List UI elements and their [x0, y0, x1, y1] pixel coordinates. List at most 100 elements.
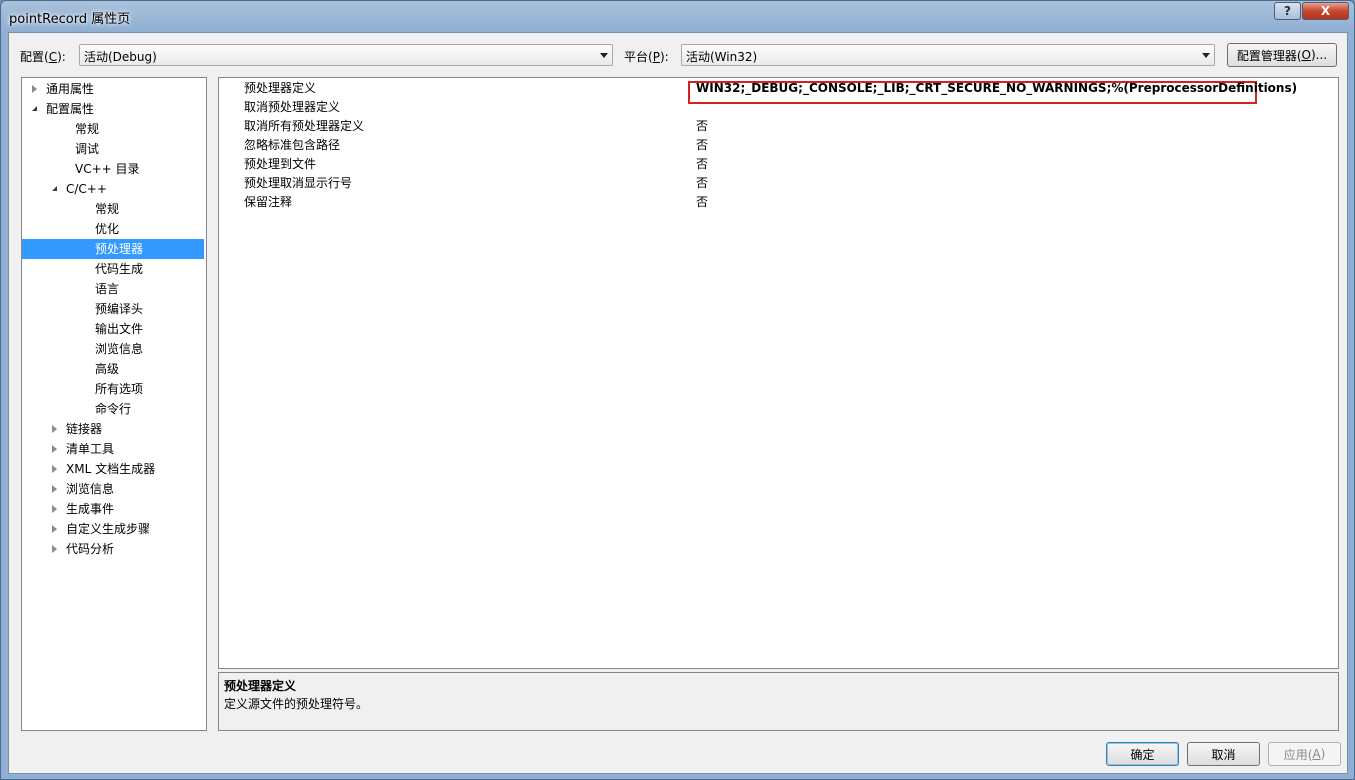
tree-item-label: 常规 — [95, 202, 120, 216]
tree-item[interactable]: 代码分析 — [22, 539, 204, 559]
tree-item[interactable]: 预处理器 — [22, 239, 204, 259]
tree-item[interactable]: 代码生成 — [22, 259, 204, 279]
tree-item-label: XML 文档生成器 — [66, 462, 156, 476]
property-row[interactable]: 取消所有预处理器定义 否 — [219, 117, 1338, 136]
tree-item[interactable]: VC++ 目录 — [22, 159, 204, 179]
tree-item-label: 配置属性 — [46, 102, 95, 116]
chevron-down-icon — [1202, 53, 1210, 58]
tree-item-label: 输出文件 — [95, 322, 144, 336]
collapsed-triangle-icon[interactable] — [52, 505, 57, 513]
tree-item[interactable]: XML 文档生成器 — [22, 459, 204, 479]
tree-item[interactable]: 优化 — [22, 219, 204, 239]
help-button[interactable]: ? — [1274, 2, 1301, 20]
tree-item[interactable]: 常规 — [22, 199, 204, 219]
tree-item[interactable]: 命令行 — [22, 399, 204, 419]
tree-item-label: 高级 — [95, 362, 120, 376]
tree-item-label: 语言 — [95, 282, 120, 296]
tree-item-label: 代码生成 — [95, 262, 144, 276]
property-name: 取消预处理器定义 — [244, 100, 341, 114]
tree-item[interactable]: 浏览信息 — [22, 339, 204, 359]
property-row[interactable]: 预处理器定义 WIN32;_DEBUG;_CONSOLE;_LIB;_CRT_SE… — [219, 79, 1338, 98]
tree-item-label: 命令行 — [95, 402, 132, 416]
tree-item-label: 链接器 — [66, 422, 103, 436]
collapsed-triangle-icon[interactable] — [52, 545, 57, 553]
tree-item-label: 所有选项 — [95, 382, 144, 396]
property-row[interactable]: 忽略标准包含路径 否 — [219, 136, 1338, 155]
config-manager-button[interactable]: 配置管理器(O)... — [1227, 43, 1337, 67]
close-icon: X — [1320, 4, 1331, 18]
tree-item[interactable]: 自定义生成步骤 — [22, 519, 204, 539]
ok-button[interactable]: 确定 — [1106, 742, 1179, 766]
property-name: 忽略标准包含路径 — [244, 138, 341, 152]
tree-item[interactable]: 所有选项 — [22, 379, 204, 399]
property-value[interactable]: 否 — [696, 174, 708, 193]
description-title: 预处理器定义 — [224, 679, 297, 693]
tree-item-label: 生成事件 — [66, 502, 115, 516]
tree-item-label: 通用属性 — [46, 82, 95, 96]
tree-item-label: 自定义生成步骤 — [66, 522, 151, 536]
property-row[interactable]: 预处理取消显示行号 否 — [219, 174, 1338, 193]
tree-item-label: VC++ 目录 — [75, 162, 140, 176]
tree-item-label: 预处理器 — [95, 242, 144, 256]
property-row[interactable]: 保留注释 否 — [219, 193, 1338, 212]
property-value[interactable]: WIN32;_DEBUG;_CONSOLE;_LIB;_CRT_SECURE_N… — [696, 79, 1297, 98]
tree-item[interactable]: 生成事件 — [22, 499, 204, 519]
tree-item-label: 预编译头 — [95, 302, 144, 316]
tree-item-label: 调试 — [75, 142, 100, 156]
tree-item[interactable]: 常规 — [22, 119, 204, 139]
description-pane: 预处理器定义 定义源文件的预处理符号。 — [218, 672, 1339, 731]
property-tree[interactable]: 通用属性 配置属性 常规 调试 VC++ 目录 C/C++ 常规 优化 预处理器 代码生成 语言 预编… — [21, 77, 207, 731]
collapsed-triangle-icon[interactable] — [52, 465, 57, 473]
platform-combo[interactable]: 活动(Win32) — [681, 44, 1215, 66]
tree-item[interactable]: 通用属性 — [22, 79, 204, 99]
collapsed-triangle-icon[interactable] — [52, 485, 57, 493]
collapsed-triangle-icon[interactable] — [32, 85, 37, 93]
tree-item[interactable]: 链接器 — [22, 419, 204, 439]
description-text: 定义源文件的预处理符号。 — [224, 697, 369, 711]
config-combo-value: 活动(Debug) — [84, 50, 157, 64]
dialog-client: 配置(C): 活动(Debug) 平台(P): 活动(Win32) 配置管理器(… — [8, 32, 1348, 774]
property-row[interactable]: 预处理到文件 否 — [219, 155, 1338, 174]
tree-item[interactable]: 清单工具 — [22, 439, 204, 459]
collapsed-triangle-icon[interactable] — [52, 445, 57, 453]
property-grid: 预处理器定义 WIN32;_DEBUG;_CONSOLE;_LIB;_CRT_SE… — [218, 77, 1339, 669]
tree-item[interactable]: 高级 — [22, 359, 204, 379]
property-value[interactable]: 否 — [696, 136, 708, 155]
tree-item-label: 常规 — [75, 122, 100, 136]
config-combo[interactable]: 活动(Debug) — [79, 44, 613, 66]
collapsed-triangle-icon[interactable] — [52, 425, 57, 433]
title-bar[interactable]: pointRecord 属性页 ? X — [1, 1, 1354, 31]
tree-item[interactable]: 调试 — [22, 139, 204, 159]
tree-item-label: 代码分析 — [66, 542, 115, 556]
property-value[interactable]: 否 — [696, 193, 708, 212]
property-name: 保留注释 — [244, 195, 293, 209]
config-label: 配置(C): — [20, 50, 66, 64]
cancel-button[interactable]: 取消 — [1187, 742, 1260, 766]
collapsed-triangle-icon[interactable] — [52, 525, 57, 533]
window-title: pointRecord 属性页 — [9, 12, 131, 27]
property-name: 预处理到文件 — [244, 157, 317, 171]
tree-item[interactable]: C/C++ — [22, 179, 204, 199]
tree-item[interactable]: 预编译头 — [22, 299, 204, 319]
property-value[interactable]: 否 — [696, 155, 708, 174]
tree-item[interactable]: 浏览信息 — [22, 479, 204, 499]
expanded-triangle-icon[interactable] — [52, 186, 57, 191]
property-name: 预处理取消显示行号 — [244, 176, 353, 190]
property-row[interactable]: 取消预处理器定义 — [219, 98, 1338, 117]
close-button[interactable]: X — [1302, 2, 1349, 20]
apply-button[interactable]: 应用(A) — [1268, 742, 1341, 766]
tree-item-label: 浏览信息 — [95, 342, 144, 356]
tree-item[interactable]: 配置属性 — [22, 99, 204, 119]
tree-item[interactable]: 语言 — [22, 279, 204, 299]
tree-item-label: 清单工具 — [66, 442, 115, 456]
tree-item-label: 优化 — [95, 222, 120, 236]
expanded-triangle-icon[interactable] — [32, 106, 37, 111]
property-value[interactable]: 否 — [696, 117, 708, 136]
property-name: 取消所有预处理器定义 — [244, 119, 365, 133]
chevron-down-icon — [600, 53, 608, 58]
platform-combo-value: 活动(Win32) — [686, 50, 758, 64]
property-pages-window: pointRecord 属性页 ? X 配置(C): 活动(Debug) 平台(… — [0, 0, 1355, 780]
property-name: 预处理器定义 — [244, 81, 317, 95]
tree-item-label: 浏览信息 — [66, 482, 115, 496]
tree-item[interactable]: 输出文件 — [22, 319, 204, 339]
